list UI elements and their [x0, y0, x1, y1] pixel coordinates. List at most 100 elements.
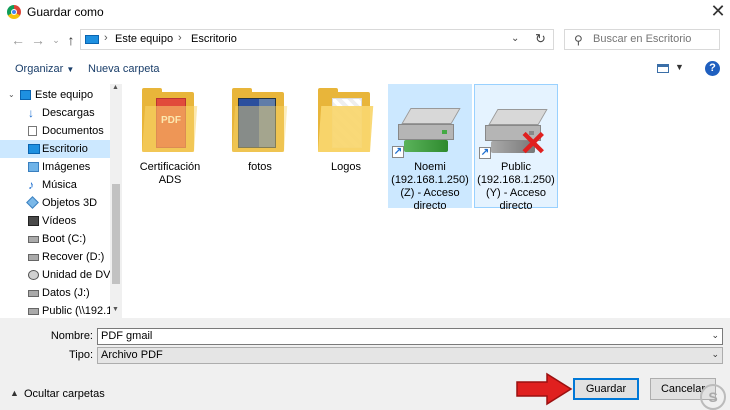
filename-value: PDF gmail [101, 330, 153, 342]
nav-item-documentos[interactable]: Documentos [0, 122, 110, 140]
nav-item-boot-c[interactable]: Boot (C:) [0, 230, 110, 248]
shortcut-arrow-icon: ↗ [479, 147, 491, 159]
file-item-logos[interactable]: Logos [304, 84, 388, 208]
refresh-icon[interactable]: ↻ [535, 31, 546, 47]
folder-icon [318, 88, 374, 152]
filename-field[interactable]: PDF gmail ⌄ [97, 328, 723, 345]
network-drive-icon [28, 308, 39, 315]
documents-icon [28, 126, 37, 136]
nav-item-label: Imágenes [42, 161, 91, 173]
chevron-down-icon: ▼ [66, 65, 75, 74]
annotation-arrow-icon [516, 372, 573, 406]
shortcut-arrow-icon: ↗ [392, 146, 404, 158]
folder-icon: PDF [142, 88, 198, 152]
name-label: Nombre: [50, 330, 93, 342]
file-item-public[interactable]: ✕ ↗ Public (192.168.1.250) (Y) - Acceso … [474, 84, 558, 212]
scrollbar-thumb[interactable] [112, 184, 120, 284]
nav-item-label: Recover (D:) [42, 251, 105, 263]
file-item-certificacion-ads[interactable]: PDF Certificación ADS [128, 84, 212, 208]
window-title: Guardar como [27, 5, 104, 19]
download-icon: ↓ [28, 106, 34, 120]
nav-item-videos[interactable]: Vídeos [0, 212, 110, 230]
search-icon: ⚲ [574, 33, 583, 47]
nav-item-datos-j[interactable]: Datos (J:) [0, 284, 110, 302]
search-input[interactable] [593, 32, 713, 46]
pc-icon [20, 90, 31, 100]
nav-item-public[interactable]: Public (\\192.168 [0, 302, 110, 318]
nav-item-label: Este equipo [35, 89, 94, 101]
up-arrow-icon[interactable]: ↑ [63, 32, 79, 48]
save-options-panel: Nombre: PDF gmail ⌄ Tipo: Archivo PDF ⌄ … [0, 318, 730, 410]
breadcrumb-separator: › [178, 32, 182, 44]
file-name: Certificación ADS [139, 161, 201, 186]
file-item-fotos[interactable]: fotos [218, 84, 302, 208]
recent-dropdown-icon[interactable]: ⌄ [48, 32, 64, 48]
nav-item-label: Vídeos [42, 215, 77, 227]
chrome-icon [7, 5, 21, 19]
chevron-down-icon[interactable]: ⌄ [711, 349, 719, 360]
address-bar[interactable]: › Este equipo › Escritorio ⌄ ↻ [80, 29, 554, 50]
chevron-down-icon[interactable]: ▼ [675, 62, 684, 72]
drive-icon [28, 236, 39, 243]
new-folder-button[interactable]: Nueva carpeta [88, 63, 160, 75]
breadcrumb-separator: › [104, 32, 108, 44]
nav-item-label: Boot (C:) [42, 233, 87, 245]
nav-item-label: Música [42, 179, 77, 191]
organize-label: Organizar [15, 63, 64, 75]
expand-chevron-icon[interactable]: ⌄ [8, 86, 15, 104]
file-name: fotos [248, 161, 272, 173]
nav-item-label: Unidad de DVD R [42, 269, 110, 281]
pc-icon [85, 35, 99, 44]
watermark-logo: S [700, 384, 726, 410]
back-arrow-icon[interactable]: ← [10, 32, 26, 48]
dvd-icon [28, 270, 39, 280]
hide-folders-chevron-icon[interactable]: ▲ [10, 388, 19, 398]
folder-icon [232, 88, 288, 152]
breadcrumb-escritorio[interactable]: Escritorio [191, 33, 237, 45]
nav-item-descargas[interactable]: ↓ Descargas [0, 104, 110, 122]
nav-item-label: Datos (J:) [42, 287, 90, 299]
scroll-up-icon[interactable]: ▲ [112, 84, 119, 91]
title-bar: Guardar como ✕ [0, 0, 730, 24]
address-dropdown-icon[interactable]: ⌄ [511, 33, 519, 44]
view-options-icon[interactable] [657, 64, 669, 73]
network-drive-icon [398, 108, 462, 154]
nav-item-recover-d[interactable]: Recover (D:) [0, 248, 110, 266]
pictures-icon [28, 162, 39, 172]
search-box[interactable]: ⚲ [564, 29, 720, 50]
file-name: Noemi (192.168.1.250) (Z) - Acceso direc… [391, 161, 469, 212]
organize-button[interactable]: Organizar ▼ [15, 63, 74, 75]
nav-item-label: Descargas [42, 107, 95, 119]
breadcrumb-este-equipo[interactable]: Este equipo [115, 33, 173, 45]
nav-item-escritorio[interactable]: Escritorio [0, 140, 110, 158]
disconnected-x-icon: ✕ [519, 125, 548, 163]
close-button[interactable]: ✕ [706, 0, 730, 24]
nav-item-dvd[interactable]: Unidad de DVD R [0, 266, 110, 284]
objects3d-icon [26, 196, 39, 209]
command-bar: Organizar ▼ Nueva carpeta ▼ ? [0, 58, 730, 80]
scroll-down-icon[interactable]: ▼ [112, 306, 119, 313]
file-list: PDF Certificación ADS fotos Logos ↗ Noem… [122, 84, 730, 318]
drive-icon [28, 290, 39, 297]
nav-item-musica[interactable]: ♪ Música [0, 176, 110, 194]
hide-folders-button[interactable]: Ocultar carpetas [24, 388, 105, 400]
music-icon: ♪ [28, 178, 34, 192]
navigation-pane: ⌄ Este equipo ↓ Descargas Documentos Esc… [0, 84, 122, 318]
nav-item-este-equipo[interactable]: ⌄ Este equipo [0, 86, 110, 104]
nav-scrollbar[interactable]: ▲ ▼ [110, 84, 122, 318]
nav-item-objetos-3d[interactable]: Objetos 3D [0, 194, 110, 212]
filetype-select[interactable]: Archivo PDF ⌄ [97, 347, 723, 364]
help-button[interactable]: ? [705, 61, 720, 76]
forward-arrow-icon[interactable]: → [30, 32, 46, 48]
type-label: Tipo: [68, 349, 93, 361]
file-name: Public (192.168.1.250) (Y) - Acceso dire… [477, 161, 555, 212]
nav-item-label: Objetos 3D [42, 197, 98, 209]
save-button[interactable]: Guardar [573, 378, 639, 400]
nav-item-imagenes[interactable]: Imágenes [0, 158, 110, 176]
drive-icon [28, 254, 39, 261]
videos-icon [28, 216, 39, 226]
chevron-down-icon[interactable]: ⌄ [711, 330, 719, 341]
filetype-value: Archivo PDF [101, 349, 163, 361]
desktop-icon [28, 144, 40, 154]
file-item-noemi[interactable]: ↗ Noemi (192.168.1.250) (Z) - Acceso dir… [388, 84, 472, 212]
